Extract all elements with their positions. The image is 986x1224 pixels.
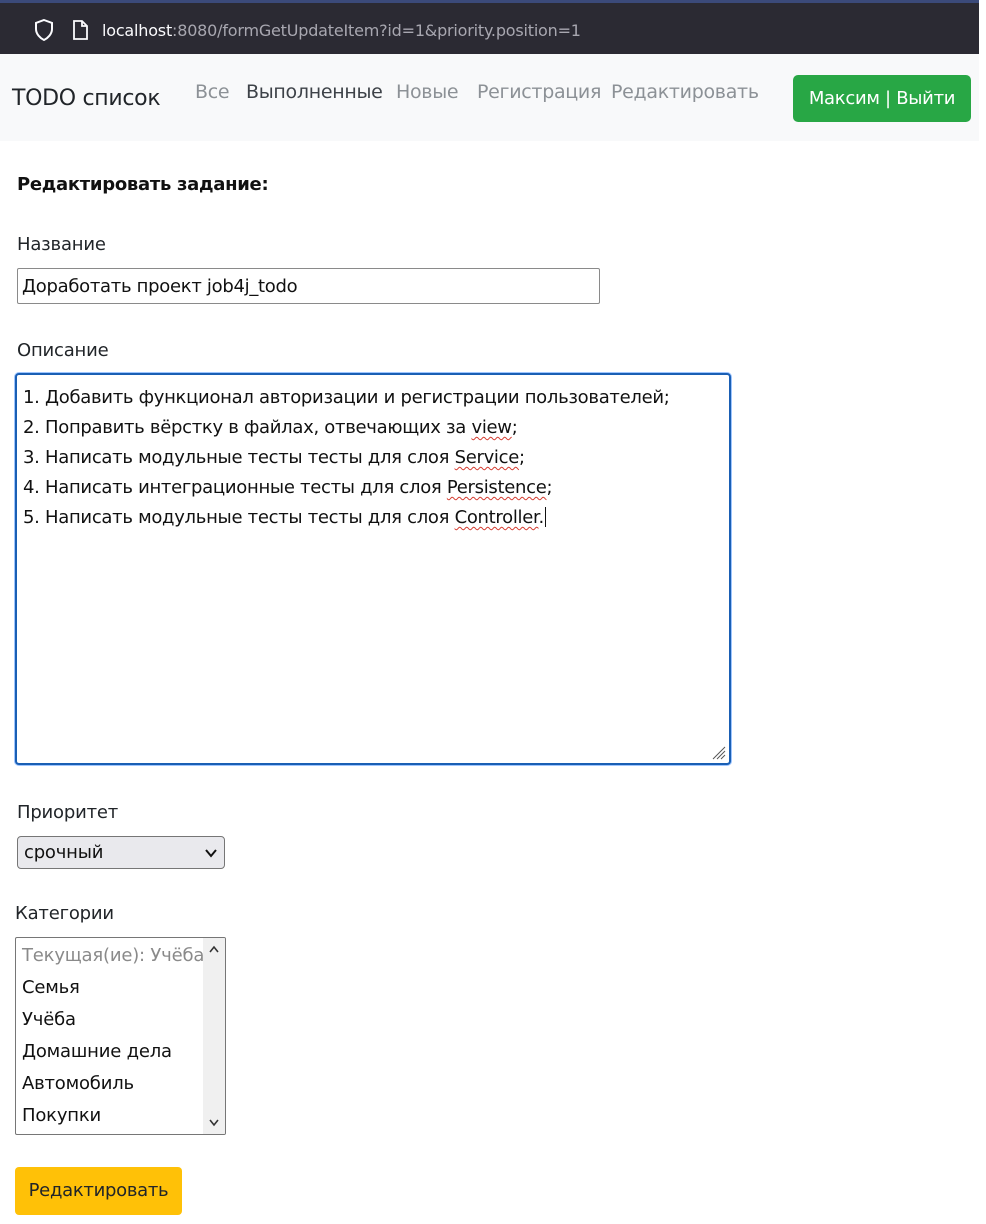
categories-label: Категории — [15, 903, 114, 924]
url-path: :8080/formGetUpdateItem?id=1&priority.po… — [172, 21, 581, 40]
priority-label: Приоритет — [17, 802, 119, 823]
title-label: Название — [17, 234, 106, 255]
description-line: 5. Написать модульные тесты тесты для сл… — [23, 507, 546, 528]
nav-link-registration[interactable]: Регистрация — [477, 81, 601, 103]
category-option-car[interactable]: Автомобиль — [22, 1073, 134, 1094]
resize-grip-icon[interactable] — [710, 744, 726, 760]
page-icon — [73, 20, 88, 40]
category-option-housework[interactable]: Домашние дела — [22, 1041, 172, 1062]
scroll-down-icon[interactable] — [208, 1116, 220, 1128]
nav-link-done[interactable]: Выполненные — [246, 81, 383, 103]
scroll-up-icon[interactable] — [208, 944, 220, 956]
categories-listbox[interactable]: Текущая(ие): Учёба Семья Учёба Домашние … — [15, 937, 226, 1135]
nav-link-all[interactable]: Все — [195, 81, 230, 103]
priority-select[interactable]: срочный — [17, 836, 225, 869]
category-option-family[interactable]: Семья — [22, 977, 80, 998]
category-option-study[interactable]: Учёба — [22, 1009, 76, 1030]
description-textarea[interactable]: 1. Добавить функционал авторизации и рег… — [15, 373, 731, 765]
form-heading: Редактировать задание: — [17, 174, 269, 195]
nav-link-edit[interactable]: Редактировать — [611, 81, 759, 103]
priority-selected-value: срочный — [24, 842, 104, 863]
url-host: localhost — [102, 21, 173, 40]
description-text: 1. Добавить функционал авторизации и рег… — [23, 383, 670, 533]
misspelled-word: Controller — [454, 507, 539, 528]
description-line: 2. Поправить вёрстку в файлах, отвечающи… — [23, 417, 518, 438]
shield-icon[interactable] — [34, 19, 54, 41]
misspelled-word: Service — [454, 447, 520, 468]
chevron-down-icon — [205, 849, 217, 858]
browser-address-bar: localhost:8080/formGetUpdateItem?id=1&pr… — [0, 0, 979, 54]
text-caret — [544, 507, 546, 527]
misspelled-word: view — [471, 417, 512, 438]
category-option-current: Текущая(ие): Учёба — [22, 945, 205, 966]
url-field[interactable]: localhost:8080/formGetUpdateItem?id=1&pr… — [102, 20, 581, 42]
brand-title[interactable]: TODO список — [12, 86, 161, 111]
description-line: 3. Написать модульные тесты тесты для сл… — [23, 447, 525, 468]
description-line: 1. Добавить функционал авторизации и рег… — [23, 387, 670, 408]
listbox-scrollbar[interactable] — [203, 938, 225, 1134]
description-label: Описание — [17, 340, 109, 361]
category-option-shopping[interactable]: Покупки — [22, 1105, 101, 1126]
edit-submit-button[interactable]: Редактировать — [15, 1167, 182, 1215]
user-logout-button[interactable]: Максим | Выйти — [793, 75, 971, 122]
misspelled-word: Persistence — [446, 477, 547, 498]
navbar: TODO список Все Выполненные Новые Регист… — [0, 54, 979, 141]
description-line: 4. Написать интеграционные тесты для сло… — [23, 477, 553, 498]
title-input[interactable] — [17, 268, 600, 304]
nav-link-new[interactable]: Новые — [396, 81, 459, 103]
